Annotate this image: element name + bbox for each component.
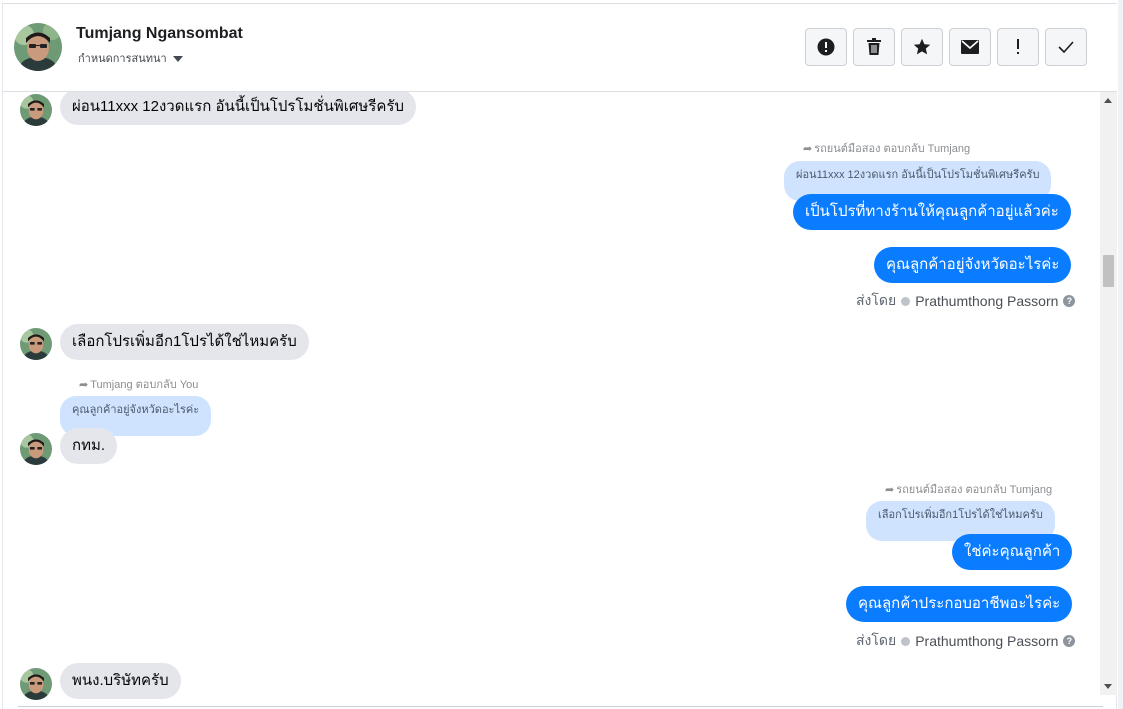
outgoing-message[interactable]: ใช่ค่ะคุณลูกค้า — [952, 534, 1073, 570]
alert-circle-icon — [817, 38, 835, 56]
delete-button[interactable] — [853, 28, 895, 66]
reply-indicator: ➦ รถยนต์มือสอง ตอบกลับ Tumjang — [803, 142, 971, 156]
outgoing-message[interactable]: เป็นโปรที่ทางร้านให้คุณลูกค้าอยู่แล้วค่ะ — [793, 194, 1071, 230]
thread-scrollbar[interactable] — [1100, 92, 1117, 695]
sender-avatar[interactable] — [20, 94, 52, 126]
verified-shield-icon — [901, 296, 911, 306]
contact-avatar[interactable] — [14, 23, 62, 71]
reply-arrow-icon: ➦ — [79, 378, 89, 391]
scroll-up-arrow-icon[interactable] — [1104, 98, 1112, 103]
chevron-down-icon — [172, 55, 183, 62]
sender-avatar[interactable] — [20, 668, 52, 700]
conversation-header: Tumjang Ngansombat กำหนดการสนทนา — [3, 4, 1117, 92]
incoming-message[interactable]: พนง.บริษัทครับ — [60, 663, 181, 699]
conversation-label-dropdown[interactable]: กำหนดการสนทนา — [78, 49, 183, 67]
agent-name[interactable]: Prathumthong Passorn — [915, 633, 1058, 649]
done-button[interactable] — [1045, 28, 1087, 66]
outgoing-message[interactable]: คุณลูกค้าประกอบอาชีพอะไรค่ะ — [846, 586, 1073, 622]
inbox-conversation-panel: Tumjang Ngansombat กำหนดการสนทนา ผ่อน11x… — [0, 0, 1123, 709]
mark-unread-button[interactable] — [949, 28, 991, 66]
help-icon[interactable]: ? — [1063, 295, 1076, 307]
scroll-down-arrow-icon[interactable] — [1104, 684, 1112, 689]
sender-avatar[interactable] — [20, 328, 52, 360]
star-icon — [913, 38, 931, 55]
important-button[interactable] — [997, 28, 1039, 66]
sent-by-label: ส่งโดย Prathumthong Passorn ? — [856, 630, 1076, 652]
incoming-message[interactable]: เลือกโปรเพิ่มอีก1โปรได้ใช่ไหมครับ — [60, 324, 309, 360]
contact-name[interactable]: Tumjang Ngansombat — [76, 25, 243, 43]
window-edge — [1118, 0, 1123, 709]
agent-name[interactable]: Prathumthong Passorn — [915, 293, 1058, 309]
outgoing-message[interactable]: คุณลูกค้าอยู่จังหวัดอะไรค่ะ — [874, 247, 1072, 283]
reply-arrow-icon: ➦ — [803, 142, 813, 155]
incoming-message[interactable]: ผ่อน11xxx 12งวดแรก อันนี้เป็นโปรโมชั่นพิ… — [60, 92, 416, 125]
envelope-icon — [961, 40, 979, 54]
exclamation-icon — [1017, 39, 1019, 54]
star-button[interactable] — [901, 28, 943, 66]
conversation-label-text: กำหนดการสนทนา — [78, 53, 167, 65]
verified-shield-icon — [901, 636, 911, 646]
incoming-message[interactable]: กทม. — [60, 428, 118, 464]
scrollbar-thumb[interactable] — [1103, 255, 1114, 287]
reply-indicator: ➦ Tumjang ตอบกลับ You — [79, 378, 199, 392]
message-thread[interactable]: ผ่อน11xxx 12งวดแรก อันนี้เป็นโปรโมชั่นพิ… — [3, 92, 1099, 706]
check-icon — [1058, 41, 1074, 53]
trash-icon — [867, 38, 881, 55]
reply-arrow-icon: ➦ — [885, 483, 895, 496]
reply-indicator: ➦ รถยนต์มือสอง ตอบกลับ Tumjang — [885, 483, 1053, 497]
sent-by-label: ส่งโดย Prathumthong Passorn ? — [856, 290, 1076, 312]
report-button[interactable] — [805, 28, 847, 66]
sender-avatar[interactable] — [20, 433, 52, 465]
help-icon[interactable]: ? — [1063, 635, 1076, 647]
action-toolbar — [805, 28, 1087, 66]
